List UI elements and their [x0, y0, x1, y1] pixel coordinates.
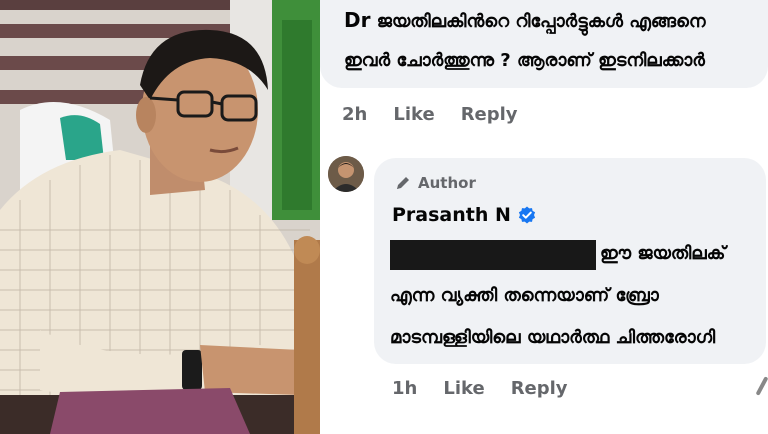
author-badge-label: Author: [418, 174, 476, 192]
like-button[interactable]: Like: [393, 104, 434, 125]
comment-text-line-2: ഇവർ ചോർത്തുന്നു ? ആരാണ് ഇടനിലക്കാർ: [344, 50, 705, 71]
reply-text-line-3: മാടമ്പള്ളിയിലെ യഥാർത്ഥ ചിത്തരോഗി: [390, 327, 716, 348]
verified-badge-icon: [518, 206, 536, 224]
comment-text-rest: ജയതിലകിൻറെ റിപ്പോർട്ടുകൾ എങ്ങനെ: [376, 11, 706, 32]
photo-panel: [0, 0, 320, 434]
reply-timestamp: 1h: [392, 378, 418, 399]
avatar-image: [328, 156, 364, 192]
author-badge: Author: [394, 174, 476, 192]
author-name-row: Prasanth N: [392, 204, 536, 226]
redaction-bar: [390, 240, 596, 270]
reply-button[interactable]: Reply: [461, 104, 518, 125]
comment-panel: Dr ജയതിലകിൻറെ റിപ്പോർട്ടുകൾ എങ്ങനെ ഇവർ ച…: [320, 0, 768, 434]
avatar[interactable]: [328, 156, 364, 192]
reply-button[interactable]: Reply: [511, 378, 568, 399]
reply-text-line-1: ഈ ജയതിലക്: [600, 243, 726, 264]
reply-text-line-2: എന്ന വ്യക്തി തന്നെയാണ് ബ്രോ: [390, 285, 659, 306]
comment-prefix: Dr: [344, 8, 371, 32]
author-name[interactable]: Prasanth N: [392, 204, 511, 226]
man-at-desk-image: [0, 0, 320, 434]
more-indicator: [755, 376, 768, 396]
comment-timestamp: 2h: [342, 104, 368, 125]
comment-text-line-1: Dr ജയതിലകിൻറെ റിപ്പോർട്ടുകൾ എങ്ങനെ: [344, 8, 706, 34]
like-button[interactable]: Like: [443, 378, 484, 399]
comment-actions: 2h Like Reply: [342, 104, 518, 125]
reply-actions: 1h Like Reply: [392, 378, 568, 399]
pen-icon: [397, 177, 409, 189]
